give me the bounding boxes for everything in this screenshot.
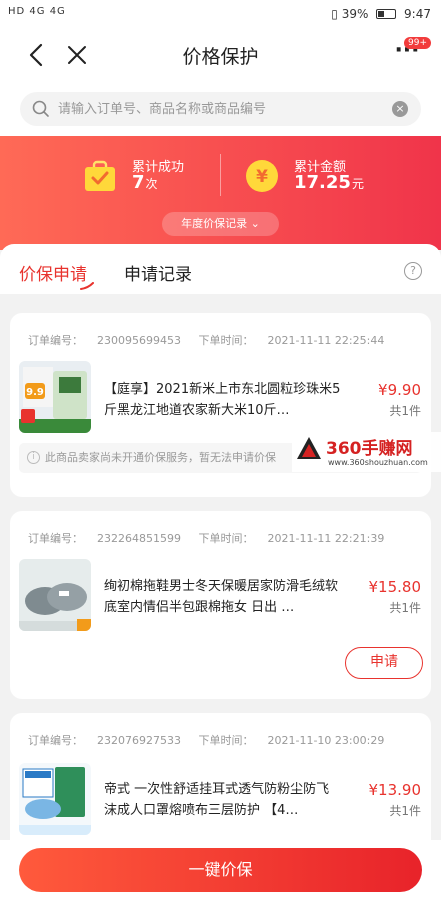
- search-section: ×: [0, 80, 441, 136]
- battery-percent: 39%: [341, 7, 369, 21]
- order-card: 订单编号： 232264851599 下单时间： 2021-11-11 22:21:…: [10, 511, 431, 699]
- stat-divider: [220, 154, 221, 196]
- order-meta: 订单编号： 230095699453 下单时间： 2021-11-11 22:25:…: [28, 332, 384, 348]
- svg-text:¥: ¥: [256, 167, 268, 187]
- message-badge: 99+: [404, 37, 431, 49]
- search-box[interactable]: ×: [20, 92, 421, 126]
- clock: 9:47: [404, 7, 431, 21]
- order-number: 订单编号： 230095699453: [28, 334, 181, 347]
- yen-coin-icon: ¥: [244, 158, 280, 194]
- tab-bar: 价保申请 申请记录 ?: [0, 244, 441, 294]
- help-icon[interactable]: ?: [404, 262, 422, 280]
- search-input[interactable]: [58, 92, 378, 126]
- clear-icon[interactable]: ×: [392, 101, 408, 117]
- status-bar: HD 4G 4G ▯ 39% 9:47: [0, 0, 441, 30]
- order-meta: 订单编号： 232076927533 下单时间： 2021-11-10 23:00:…: [28, 732, 384, 748]
- order-time: 下单时间： 2021-11-11 22:25:44: [198, 334, 385, 347]
- tab-apply-records[interactable]: 申请记录: [124, 260, 192, 285]
- amount-value: 17.25元: [294, 172, 364, 193]
- page-title: 价格保护: [182, 46, 259, 68]
- order-meta: 订单编号： 232264851599 下单时间： 2021-11-11 22:21:…: [28, 530, 384, 546]
- product-price: ¥9.90: [378, 381, 421, 399]
- summary-banner: 累计成功 7次 ¥ 累计金额 17.25元 年度价保记录 ⌄: [0, 136, 441, 250]
- watermark-logo-icon: [297, 437, 321, 459]
- search-icon: [32, 100, 50, 118]
- success-value: 7次: [132, 172, 158, 193]
- one-click-protect-button[interactable]: 一键价保: [19, 848, 422, 892]
- product-name[interactable]: 绚初棉拖鞋男士冬天保暖居家防滑毛绒软底室内情侣半包跟棉拖女 日出 …: [104, 576, 342, 618]
- vibrate-icon: ▯: [331, 7, 338, 21]
- product-name[interactable]: 帝式 一次性舒适挂耳式透气防粉尘防飞沫成人口罩熔喷布三层防护 【4…: [104, 779, 342, 821]
- status-right: ▯ 39% 9:47: [331, 7, 431, 21]
- order-number: 订单编号： 232264851599: [28, 532, 181, 545]
- battery-icon: [376, 9, 397, 19]
- notice-text: 此商品卖家尚未开通价保服务，暂无法申请价保: [45, 451, 276, 464]
- product-quantity: 共1件: [389, 404, 421, 418]
- product-image-slippers[interactable]: [19, 559, 91, 631]
- product-price: ¥15.80: [368, 578, 422, 596]
- tab-active-indicator: [80, 282, 94, 290]
- product-image-rice[interactable]: 9.9: [19, 361, 91, 433]
- product-image-mask[interactable]: [19, 763, 91, 835]
- order-time: 下单时间： 2021-11-11 22:21:39: [198, 532, 385, 545]
- info-icon: i: [27, 451, 40, 464]
- product-name[interactable]: 【庭享】2021新米上市东北圆粒珍珠米5斤黑龙江地道农家新大米10斤…: [104, 379, 342, 421]
- product-quantity: 共1件: [389, 804, 421, 818]
- product-price: ¥13.90: [368, 781, 422, 799]
- annual-record-button[interactable]: 年度价保记录 ⌄: [162, 212, 279, 236]
- order-time: 下单时间： 2021-11-10 23:00:29: [198, 734, 385, 747]
- signal-indicators: HD 4G 4G: [8, 6, 66, 17]
- navigation-bar: 价格保护 ··· 99+: [0, 30, 441, 80]
- tab-price-protect-apply[interactable]: 价保申请: [19, 260, 87, 285]
- apply-button[interactable]: 申请: [345, 647, 423, 679]
- watermark-url: www.360shouzhuan.com: [328, 458, 428, 467]
- bottom-bar: 一键价保: [0, 840, 441, 900]
- order-number: 订单编号： 232076927533: [28, 734, 181, 747]
- watermark-title: 360手赚网: [326, 439, 413, 459]
- svg-text:9.9: 9.9: [26, 387, 44, 398]
- product-quantity: 共1件: [389, 601, 421, 615]
- watermark: 360手赚网 www.360shouzhuan.com: [292, 432, 441, 472]
- shopping-bag-icon: [82, 158, 118, 194]
